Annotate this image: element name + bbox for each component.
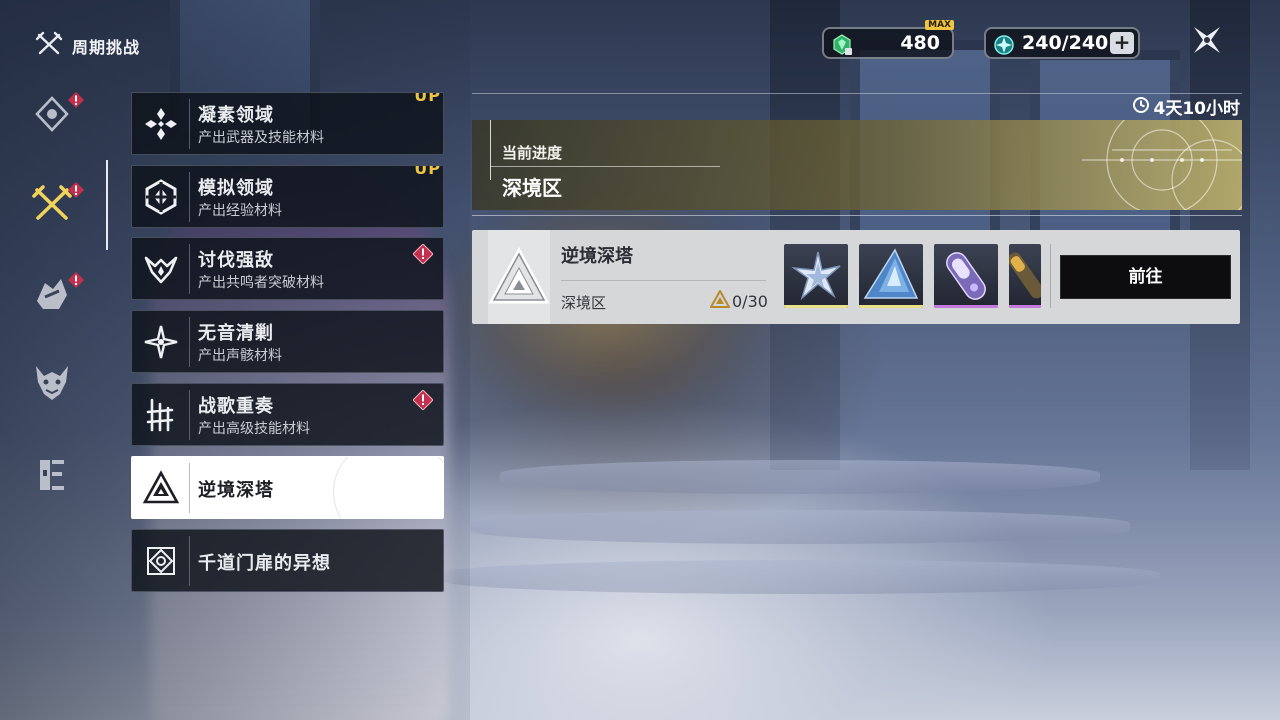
category-description: 产出武器及技能材料 bbox=[198, 130, 324, 146]
progress-value: 深境区 bbox=[502, 176, 562, 200]
add-waveplate-button[interactable]: + bbox=[1110, 32, 1134, 54]
rail-tab-periodic-challenge[interactable] bbox=[26, 180, 84, 232]
up-badge: UP bbox=[414, 165, 441, 178]
timer-text: 4天10小时 bbox=[1153, 99, 1241, 119]
crossed-swords-icon bbox=[34, 30, 64, 62]
tacet-star-icon bbox=[140, 321, 182, 363]
close-icon bbox=[1190, 23, 1224, 61]
rarity-bar bbox=[934, 305, 998, 308]
rarity-bar bbox=[1009, 305, 1041, 308]
category-thousand-gates[interactable]: 千道门扉的异想 bbox=[131, 529, 444, 592]
category-name: 讨伐强敌 bbox=[198, 250, 274, 271]
alert-badge-icon bbox=[412, 389, 434, 414]
page-title: 周期挑战 bbox=[72, 38, 141, 57]
crystal-solvent-value: 480 bbox=[900, 32, 940, 54]
category-description: 产出共鸣者突破材料 bbox=[198, 275, 324, 291]
reward-item-3[interactable] bbox=[934, 244, 998, 308]
warsong-glyph-icon bbox=[140, 394, 182, 436]
category-forgery[interactable]: 凝素领域 产出武器及技能材料 UP bbox=[131, 92, 444, 155]
category-name: 凝素领域 bbox=[198, 105, 274, 126]
rail-selection-indicator bbox=[106, 160, 108, 250]
thousand-gates-icon bbox=[140, 540, 182, 582]
category-description: 产出声骸材料 bbox=[198, 348, 282, 364]
category-name: 战歌重奏 bbox=[198, 396, 274, 417]
category-tower-of-adversity[interactable]: 逆境深塔 bbox=[131, 456, 444, 519]
alert-badge-icon bbox=[68, 92, 84, 112]
tower-triangle-icon bbox=[140, 467, 182, 509]
tower-count-text: 0/30 bbox=[732, 291, 768, 311]
doorway-icon bbox=[32, 454, 72, 498]
rail-tab-tacet[interactable] bbox=[26, 90, 84, 142]
alert-badge-icon bbox=[412, 243, 434, 268]
category-tacet[interactable]: 无音清剿 产出声骸材料 bbox=[131, 310, 444, 373]
category-simulation[interactable]: 模拟领域 产出经验材料 UP bbox=[131, 165, 444, 228]
current-progress-banner: 当前进度 深境区 bbox=[472, 120, 1242, 210]
beast-claw-icon bbox=[31, 273, 73, 319]
page-header: 周期挑战 bbox=[34, 30, 140, 62]
rarity-bar bbox=[859, 305, 923, 308]
category-name: 无音清剿 bbox=[198, 323, 274, 344]
tacet-diamond-icon bbox=[32, 94, 72, 138]
tower-zone: 深境区 bbox=[561, 294, 607, 312]
close-button[interactable] bbox=[1188, 22, 1226, 62]
rarity-bar bbox=[784, 305, 848, 308]
reset-timer: 4天10小时 bbox=[1132, 94, 1241, 119]
panel-divider bbox=[472, 93, 1242, 94]
forgery-diamond-icon bbox=[140, 103, 182, 145]
panel-divider bbox=[472, 215, 1242, 216]
alert-badge-icon bbox=[68, 272, 84, 292]
tower-progress-count: 0/30 bbox=[709, 288, 768, 312]
rail-tab-boss[interactable] bbox=[26, 270, 84, 322]
alert-badge-icon bbox=[68, 182, 84, 202]
crystal-solvent-icon bbox=[830, 33, 854, 61]
tower-of-adversity-card: 逆境深塔 深境区 0/30 前往 bbox=[472, 230, 1240, 324]
crystal-solvent-counter[interactable]: MAX 480 bbox=[822, 20, 954, 61]
category-description: 产出高级技能材料 bbox=[198, 421, 310, 437]
category-description: 产出经验材料 bbox=[198, 203, 282, 219]
tower-triangle-icon bbox=[488, 230, 550, 324]
category-name: 逆境深塔 bbox=[198, 480, 274, 501]
waveplate-icon bbox=[992, 33, 1016, 61]
max-badge: MAX bbox=[925, 20, 954, 30]
category-boss[interactable]: 讨伐强敌 产出共鸣者突破材料 bbox=[131, 237, 444, 300]
clockwork-sigil-icon bbox=[1042, 120, 1242, 210]
rail-tab-dragon[interactable] bbox=[26, 358, 78, 410]
clock-icon bbox=[1132, 96, 1150, 118]
boss-horns-icon bbox=[140, 248, 182, 290]
progress-label: 当前进度 bbox=[502, 144, 563, 162]
category-name: 千道门扉的异想 bbox=[198, 553, 331, 574]
category-warsong[interactable]: 战歌重奏 产出高级技能材料 bbox=[131, 383, 444, 446]
up-badge: UP bbox=[414, 92, 441, 105]
simulation-shield-icon bbox=[140, 176, 182, 218]
triangle-progress-icon bbox=[709, 288, 731, 312]
waveplate-counter[interactable]: 240/240 + bbox=[984, 27, 1140, 59]
rail-tab-doorway[interactable] bbox=[26, 450, 78, 502]
reward-item-2[interactable] bbox=[859, 244, 923, 308]
reward-item-1[interactable] bbox=[784, 244, 848, 308]
waveplate-value: 240/240 bbox=[1022, 32, 1109, 54]
category-name: 模拟领域 bbox=[198, 178, 274, 199]
dragon-head-icon bbox=[30, 360, 74, 408]
go-button[interactable]: 前往 bbox=[1060, 255, 1231, 299]
tower-name: 逆境深塔 bbox=[561, 246, 633, 267]
decorative-ring bbox=[333, 457, 443, 518]
reward-item-4[interactable] bbox=[1009, 244, 1041, 308]
